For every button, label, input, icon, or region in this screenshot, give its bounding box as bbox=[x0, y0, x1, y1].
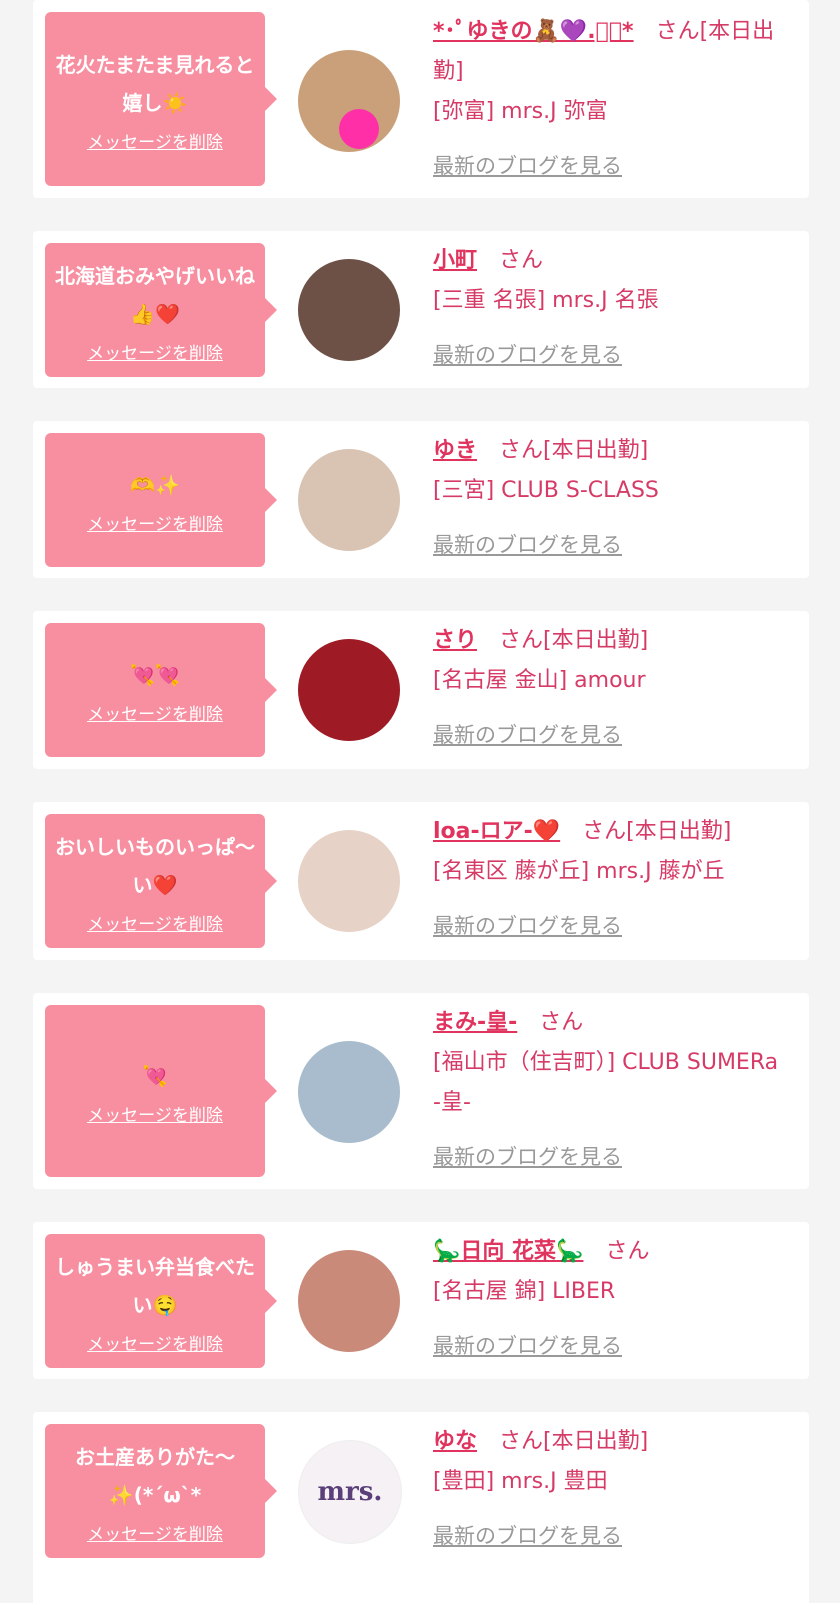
blog-link[interactable]: 最新のブログを見る bbox=[433, 906, 793, 946]
cast-status: さん[本日出勤] bbox=[582, 819, 732, 844]
cast-name-link[interactable]: ゆな bbox=[433, 1429, 477, 1454]
list-item: しゅうまい弁当食べたい🤤 メッセージを削除 🦕日向 花菜🦕 さん [名古屋 錦] … bbox=[33, 1222, 809, 1379]
blog-link[interactable]: 最新のブログを見る bbox=[433, 146, 793, 186]
delete-message-link[interactable]: メッセージを削除 bbox=[87, 910, 223, 935]
blog-link[interactable]: 最新のブログを見る bbox=[433, 525, 793, 565]
cast-name-link[interactable]: 小町 bbox=[433, 248, 477, 273]
cast-info: まみ-皇- さん [福山市（住吉町）] CLUB SUMERa -皇- 最新のブロ… bbox=[433, 1003, 793, 1177]
cast-status: さん[本日出勤] bbox=[499, 1429, 649, 1454]
cast-status: さん bbox=[605, 1239, 650, 1264]
cast-name-link[interactable]: loa-ロア-❤️ bbox=[433, 819, 560, 844]
message-text: お土産ありがた〜✨(*´ω`* bbox=[75, 1444, 235, 1507]
delete-message-link[interactable]: メッセージを削除 bbox=[87, 1101, 223, 1126]
list-item: 花火たまたま見れると嬉し☀️ メッセージを削除 *･ﾟゆきの🧸💜.ﾟ･* さん[本… bbox=[33, 0, 809, 198]
list-item: 北海道おみやげいいね👍❤️ メッセージを削除 小町 さん [三重 名張] mrs.… bbox=[33, 231, 809, 388]
list-item: 💘💘 メッセージを削除 さり さん[本日出勤] [名古屋 金山] amour 最新… bbox=[33, 611, 809, 769]
message-bubble: お土産ありがた〜✨(*´ω`* メッセージを削除 bbox=[45, 1424, 277, 1558]
cast-name-link[interactable]: 🦕日向 花菜🦕 bbox=[433, 1239, 583, 1264]
shop-logo: mrs. bbox=[317, 1477, 383, 1507]
shop-name: [三重 名張] mrs.J 名張 bbox=[433, 288, 659, 313]
avatar[interactable] bbox=[298, 50, 400, 152]
avatar[interactable] bbox=[298, 449, 400, 551]
delete-message-link[interactable]: メッセージを削除 bbox=[87, 700, 223, 725]
blog-link[interactable]: 最新のブログを見る bbox=[433, 715, 793, 755]
list-item: 🫶✨ メッセージを削除 ゆき さん[本日出勤] [三宮] CLUB S-CLASS… bbox=[33, 421, 809, 578]
shop-name: [豊田] mrs.J 豊田 bbox=[433, 1469, 608, 1494]
cast-status: さん[本日出勤] bbox=[499, 438, 649, 463]
delete-message-link[interactable]: メッセージを削除 bbox=[87, 128, 223, 153]
cast-status: さん bbox=[539, 1010, 584, 1035]
avatar[interactable] bbox=[298, 1041, 400, 1143]
cast-name-link[interactable]: *･ﾟゆきの🧸💜.ﾟ･* bbox=[433, 19, 634, 44]
blog-link[interactable]: 最新のブログを見る bbox=[433, 335, 793, 375]
shop-name: [名東区 藤が丘] mrs.J 藤が丘 bbox=[433, 859, 725, 884]
cast-info: loa-ロア-❤️ さん[本日出勤] [名東区 藤が丘] mrs.J 藤が丘 最新… bbox=[433, 812, 793, 946]
shop-name: [名古屋 錦] LIBER bbox=[433, 1279, 616, 1304]
cast-status: さん[本日出勤] bbox=[499, 628, 649, 653]
cast-info: 🦕日向 花菜🦕 さん [名古屋 錦] LIBER 最新のブログを見る bbox=[433, 1232, 793, 1366]
heart-face-icon bbox=[339, 108, 379, 149]
message-text: 北海道おみやげいいね👍❤️ bbox=[55, 263, 255, 326]
delete-message-link[interactable]: メッセージを削除 bbox=[87, 1330, 223, 1355]
cast-info: さり さん[本日出勤] [名古屋 金山] amour 最新のブログを見る bbox=[433, 621, 793, 755]
cast-info: ゆき さん[本日出勤] [三宮] CLUB S-CLASS 最新のブログを見る bbox=[433, 431, 793, 565]
cast-name-link[interactable]: ゆき bbox=[433, 438, 477, 463]
list-item: お土産ありがた〜✨(*´ω`* メッセージを削除 mrs. ゆな さん[本日出勤]… bbox=[33, 1412, 809, 1603]
delete-message-link[interactable]: メッセージを削除 bbox=[87, 510, 223, 535]
avatar[interactable]: mrs. bbox=[298, 1440, 402, 1544]
message-text: 花火たまたま見れると嬉し☀️ bbox=[55, 52, 255, 115]
message-text: 💘💘 bbox=[130, 662, 180, 687]
list-item: 💘 メッセージを削除 まみ-皇- さん [福山市（住吉町）] CLUB SUMER… bbox=[33, 993, 809, 1189]
shop-name: [名古屋 金山] amour bbox=[433, 668, 646, 693]
message-list: 花火たまたま見れると嬉し☀️ メッセージを削除 *･ﾟゆきの🧸💜.ﾟ･* さん[本… bbox=[0, 0, 840, 1603]
message-bubble: おいしいものいっぱ〜い❤️ メッセージを削除 bbox=[45, 814, 277, 948]
avatar[interactable] bbox=[298, 639, 400, 741]
blog-link[interactable]: 最新のブログを見る bbox=[433, 1516, 793, 1556]
shop-name: [三宮] CLUB S-CLASS bbox=[433, 478, 659, 503]
avatar[interactable] bbox=[298, 1250, 400, 1352]
message-text: 🫶✨ bbox=[130, 472, 180, 497]
cast-status: さん bbox=[499, 248, 544, 273]
avatar[interactable] bbox=[298, 259, 400, 361]
message-text: おいしいものいっぱ〜い❤️ bbox=[55, 834, 255, 897]
blog-link[interactable]: 最新のブログを見る bbox=[433, 1326, 793, 1366]
message-bubble: 💘 メッセージを削除 bbox=[45, 1005, 277, 1177]
delete-message-link[interactable]: メッセージを削除 bbox=[87, 339, 223, 364]
message-bubble: 北海道おみやげいいね👍❤️ メッセージを削除 bbox=[45, 243, 277, 377]
list-item: おいしいものいっぱ〜い❤️ メッセージを削除 loa-ロア-❤️ さん[本日出勤]… bbox=[33, 802, 809, 960]
message-bubble: 🫶✨ メッセージを削除 bbox=[45, 433, 277, 567]
message-bubble: 💘💘 メッセージを削除 bbox=[45, 623, 277, 757]
message-bubble: 花火たまたま見れると嬉し☀️ メッセージを削除 bbox=[45, 12, 277, 186]
cast-info: *･ﾟゆきの🧸💜.ﾟ･* さん[本日出勤] [弥富] mrs.J 弥富 最新のブロ… bbox=[433, 12, 793, 186]
message-bubble: しゅうまい弁当食べたい🤤 メッセージを削除 bbox=[45, 1234, 277, 1368]
shop-name: [福山市（住吉町）] CLUB SUMERa -皇- bbox=[433, 1050, 779, 1115]
cast-info: ゆな さん[本日出勤] [豊田] mrs.J 豊田 最新のブログを見る bbox=[433, 1422, 793, 1556]
message-text: しゅうまい弁当食べたい🤤 bbox=[55, 1254, 255, 1317]
message-text: 💘 bbox=[142, 1063, 168, 1088]
shop-name: [弥富] mrs.J 弥富 bbox=[433, 99, 608, 124]
delete-message-link[interactable]: メッセージを削除 bbox=[87, 1520, 223, 1545]
cast-name-link[interactable]: まみ-皇- bbox=[433, 1010, 517, 1035]
cast-name-link[interactable]: さり bbox=[433, 628, 477, 653]
cast-info: 小町 さん [三重 名張] mrs.J 名張 最新のブログを見る bbox=[433, 241, 793, 375]
blog-link[interactable]: 最新のブログを見る bbox=[433, 1137, 793, 1177]
avatar[interactable] bbox=[298, 830, 400, 932]
